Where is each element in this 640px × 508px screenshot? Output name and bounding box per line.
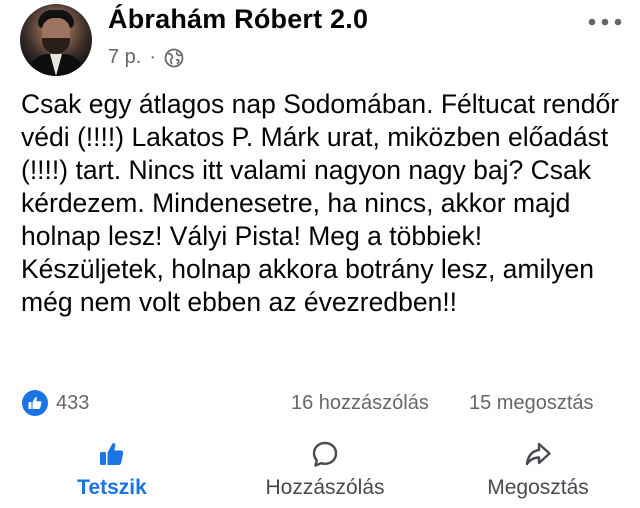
comments-count[interactable]: 16 hozzászólás (291, 392, 429, 415)
meta-separator: · (149, 46, 157, 68)
comment-label: Hozzászólás (265, 476, 385, 499)
share-arrow-icon (522, 438, 554, 470)
shares-count[interactable]: 15 megosztás (469, 392, 594, 415)
like-icon (22, 390, 48, 416)
reactions-summary[interactable]: 433 (22, 390, 89, 416)
comment-bubble-icon (309, 438, 341, 470)
like-label: Tetszik (77, 476, 147, 499)
author-name[interactable]: Ábrahám Róbert 2.0 (108, 4, 368, 35)
post-meta: 7 p. · (108, 46, 184, 69)
post-stats: 433 16 hozzászólás 15 megosztás (0, 390, 640, 420)
post-time[interactable]: 7 p. (108, 46, 141, 69)
share-button[interactable]: Megosztás (448, 438, 628, 500)
thumbs-up-icon (96, 438, 128, 470)
action-bar: Tetszik Hozzászólás Megosztás (0, 438, 640, 508)
share-label: Megosztás (487, 476, 589, 499)
avatar[interactable] (20, 4, 92, 76)
comment-button[interactable]: Hozzászólás (235, 438, 415, 500)
post-header: Ábrahám Róbert 2.0 7 p. · (0, 0, 640, 90)
like-button[interactable]: Tetszik (22, 438, 202, 500)
globe-icon (164, 48, 184, 68)
post-text: Csak egy átlagos nap Sodomában. Féltucat… (21, 89, 620, 317)
more-dots-icon[interactable] (588, 4, 622, 32)
reaction-count: 433 (56, 391, 90, 414)
